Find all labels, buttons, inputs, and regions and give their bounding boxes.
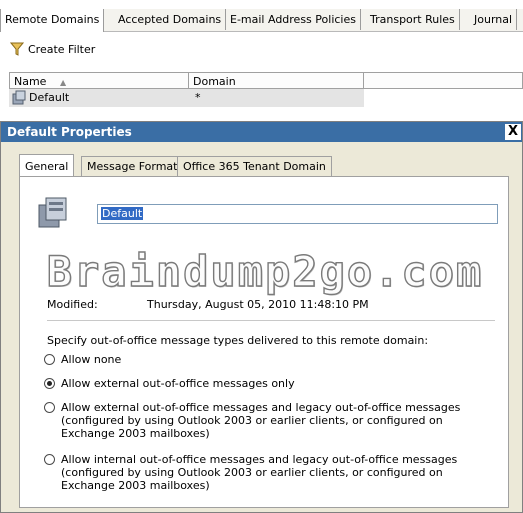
general-tab-panel: Default Braindump2go.com Modified: Thurs… [19, 176, 509, 508]
funnel-icon [10, 41, 24, 57]
create-filter-label: Create Filter [28, 42, 96, 56]
toolbar: Create Filter [0, 34, 523, 64]
column-header-domain-label: Domain [193, 75, 236, 88]
watermark: Braindump2go.com [46, 246, 484, 296]
tab-office-365-tenant-domain[interactable]: Office 365 Tenant Domain [177, 156, 332, 176]
create-filter-button[interactable]: Create Filter [10, 40, 95, 58]
modified-value: Thursday, August 05, 2010 11:48:10 PM [147, 298, 369, 311]
tab-transport-rules[interactable]: Transport Rules [366, 9, 460, 30]
dialog-title: Default Properties X [1, 122, 522, 142]
column-header-name-label: Name [14, 75, 47, 88]
oof-question-label: Specify out-of-office message types deli… [47, 334, 429, 347]
tab-general[interactable]: General [19, 154, 75, 176]
tab-accepted-domains[interactable]: Accepted Domains [114, 9, 227, 30]
radio-button[interactable] [44, 354, 55, 365]
name-input-value: Default [101, 207, 144, 220]
properties-dialog: Default Properties X General Message For… [0, 121, 523, 513]
radio-allow-external-only[interactable]: Allow external out-of-office messages on… [44, 377, 494, 390]
close-icon: X [507, 124, 519, 139]
radio-label: Allow external out-of-office messages on… [61, 377, 295, 390]
sort-ascending-icon: ▲ [59, 78, 67, 87]
radio-allow-none[interactable]: Allow none [44, 353, 494, 366]
radio-allow-external-and-legacy[interactable]: Allow external out-of-office messages an… [44, 401, 494, 440]
radio-label: Allow none [61, 353, 122, 366]
table-row[interactable]: Default * [9, 89, 364, 107]
radio-button[interactable] [44, 402, 55, 413]
row-name: Default [29, 91, 70, 104]
dialog-title-text: Default Properties [7, 125, 132, 139]
column-header-name[interactable]: Name ▲ [9, 72, 189, 89]
remote-domains-grid: Name ▲ Domain Default * [9, 72, 523, 114]
row-domain: * [195, 91, 201, 104]
tab-journal[interactable]: Journal [470, 9, 518, 30]
radio-button[interactable] [44, 454, 55, 465]
column-header-filler [364, 72, 523, 89]
name-input[interactable]: Default [97, 204, 498, 224]
tab-remote-domains[interactable]: Remote Domains [0, 9, 105, 32]
remote-domain-icon [36, 195, 70, 234]
radio-allow-internal-and-legacy[interactable]: Allow internal out-of-office messages an… [44, 453, 494, 492]
console-tab-bar: Remote Domains Accepted Domains E-mail A… [0, 9, 523, 32]
radio-button[interactable] [44, 378, 55, 389]
divider [47, 320, 495, 321]
radio-label: Allow external out-of-office messages an… [61, 401, 461, 440]
tab-email-address-policies[interactable]: E-mail Address Policies [226, 9, 361, 30]
close-button[interactable]: X [505, 124, 521, 140]
remote-domain-icon [11, 89, 27, 107]
column-header-domain[interactable]: Domain [189, 72, 364, 89]
tab-message-format[interactable]: Message Format [81, 156, 184, 176]
modified-label: Modified: [47, 298, 98, 311]
radio-label: Allow internal out-of-office messages an… [61, 453, 458, 492]
